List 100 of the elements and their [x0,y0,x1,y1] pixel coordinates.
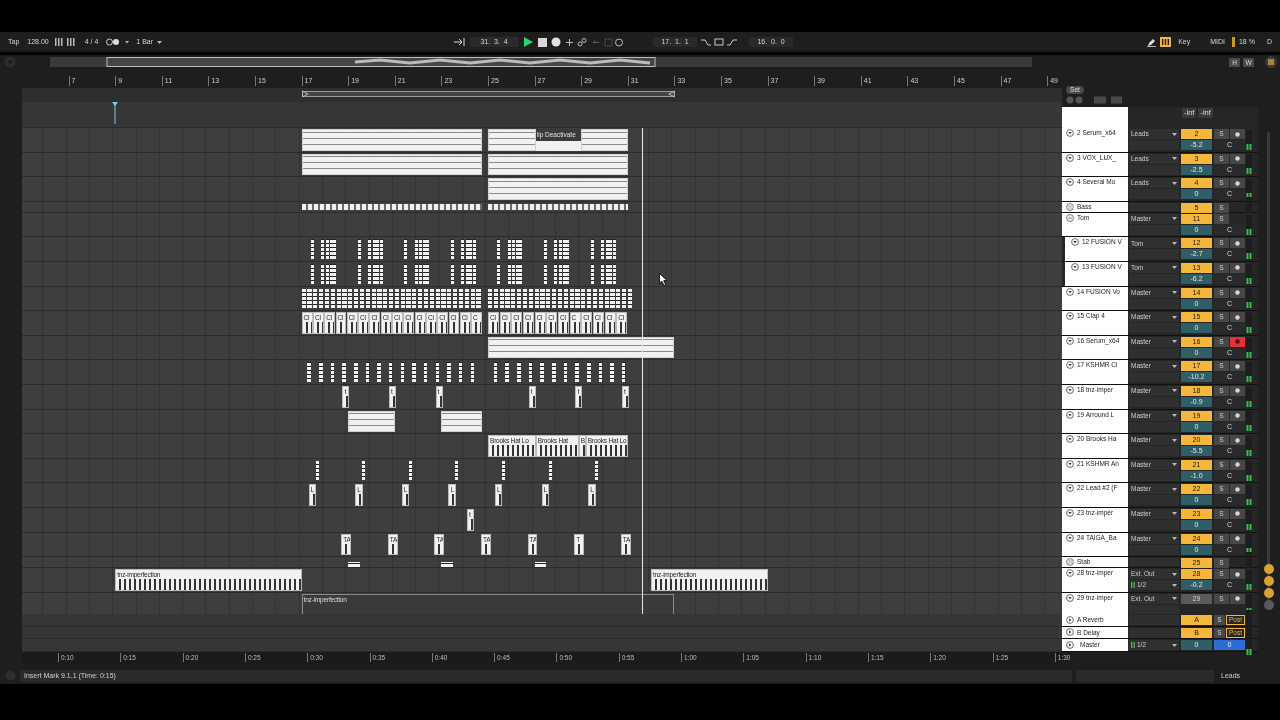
down-triangle-icon[interactable] [1066,336,1074,345]
down-triangle-icon[interactable] [1066,153,1074,162]
short-clip[interactable] [372,263,376,284]
short-clip[interactable] [455,460,459,481]
short-clip[interactable] [458,362,463,382]
short-clip[interactable] [543,239,547,259]
short-clip[interactable] [379,239,383,259]
short-clip[interactable] [575,362,579,382]
down-triangle-icon[interactable] [1066,593,1074,602]
short-clip[interactable] [461,263,465,284]
midi-clip[interactable] [581,129,628,151]
short-clip[interactable] [388,362,393,382]
short-clip[interactable] [493,288,498,309]
short-clip[interactable] [330,288,335,309]
short-clip[interactable] [359,288,365,309]
metronome-bars-icon[interactable] [54,38,77,46]
short-clip[interactable] [435,362,440,382]
short-clip[interactable] [546,288,551,309]
short-clip[interactable] [528,288,533,309]
short-clip[interactable] [609,263,613,284]
keyboard-icon[interactable] [1160,37,1172,47]
short-clip[interactable] [307,288,312,309]
short-clip[interactable] [333,263,337,284]
arm-button[interactable] [1230,410,1245,421]
midi-clip[interactable] [488,129,536,151]
short-clip[interactable] [566,239,570,259]
short-clip[interactable] [552,362,556,382]
short-clip[interactable] [590,239,594,259]
short-clip[interactable] [326,263,330,284]
short-clip[interactable] [470,362,474,382]
short-clip[interactable] [453,288,458,309]
down-triangle-icon[interactable] [1066,459,1074,468]
short-clip[interactable] [422,239,426,259]
short-clip[interactable] [321,239,325,259]
short-clip[interactable] [610,288,615,309]
short-clip[interactable] [422,263,426,284]
short-clip[interactable] [559,239,563,259]
arm-button[interactable] [1230,484,1245,495]
short-clip[interactable] [400,288,405,309]
short-clip[interactable] [476,288,481,309]
short-clip[interactable] [429,288,434,309]
short-clip[interactable] [329,263,333,284]
arrangement-overview[interactable] [50,57,1032,67]
down-triangle-icon[interactable] [1066,129,1074,137]
short-clip[interactable] [464,288,469,309]
down-triangle-icon[interactable] [1066,435,1074,444]
short-clip[interactable] [598,288,603,309]
short-clip[interactable] [472,263,476,284]
delay-toggle-icon[interactable] [1264,600,1274,610]
arm-button[interactable] [1230,533,1245,544]
short-clip[interactable] [581,288,586,309]
short-clip[interactable] [388,288,394,309]
arm-button[interactable] [1230,153,1245,164]
returns-toggle-icon[interactable] [1264,576,1274,586]
short-clip[interactable] [616,288,621,309]
short-clip[interactable] [605,239,609,259]
stop-icon[interactable] [538,37,547,47]
midi-clip[interactable] [488,336,675,359]
short-clip[interactable] [554,263,558,284]
short-clip[interactable] [357,263,361,284]
short-clip[interactable] [563,362,568,382]
short-clip[interactable] [595,460,599,481]
short-clip[interactable] [470,288,475,309]
down-triangle-icon[interactable] [1066,178,1074,187]
midi-clip[interactable] [488,153,628,176]
short-clip[interactable] [522,288,528,309]
short-clip[interactable] [512,239,516,259]
arm-button[interactable] [1230,508,1245,519]
short-clip[interactable] [465,239,469,259]
short-clip[interactable] [333,239,337,259]
short-clip[interactable] [310,263,314,284]
play-button[interactable] [522,36,534,48]
short-clip[interactable] [534,288,539,309]
midi-clip[interactable] [348,410,395,433]
short-clip[interactable] [313,288,318,309]
short-clip[interactable] [519,239,523,259]
arm-button[interactable] [1230,593,1245,604]
follow-arrow-icon[interactable] [454,38,466,46]
short-clip[interactable] [562,263,566,284]
short-clip[interactable] [365,288,370,309]
short-clip[interactable] [458,288,464,309]
short-clip[interactable] [348,288,353,309]
short-clip[interactable] [592,288,598,309]
dots-icon[interactable] [106,38,131,46]
short-clip[interactable] [598,362,603,382]
short-clip[interactable] [301,288,306,309]
short-clip[interactable] [621,362,626,382]
short-clip[interactable] [488,288,493,309]
down-triangle-icon[interactable] [1071,262,1079,271]
short-clip[interactable] [515,263,519,284]
short-clip[interactable] [365,362,370,382]
short-clip[interactable] [501,460,505,481]
short-clip[interactable] [587,362,591,382]
short-clip[interactable] [376,239,380,259]
short-clip[interactable] [569,288,574,309]
arm-button[interactable] [1230,287,1245,298]
short-clip[interactable] [414,239,418,259]
short-clip[interactable] [310,239,314,259]
short-clip[interactable] [372,239,376,259]
menu-icon[interactable] [1265,56,1277,68]
